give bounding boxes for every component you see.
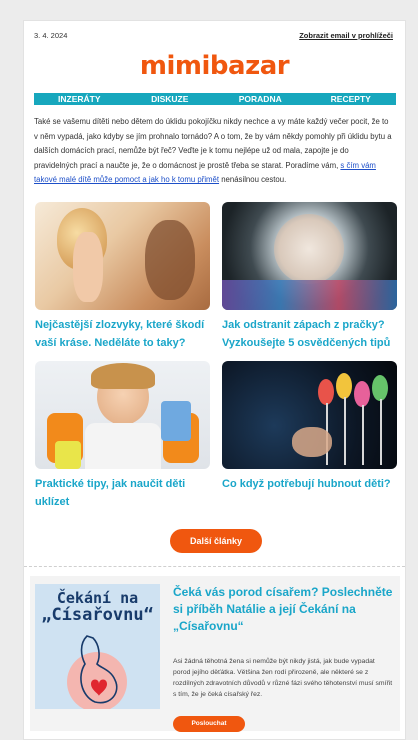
podcast-description: Asi žádná těhotná žena si nemůže být nik… <box>173 658 393 698</box>
view-in-browser-link[interactable]: Zobrazit email v prohlížeči <box>299 31 393 40</box>
intro-text: Také se vašemu dítěti nebo dětem do úkli… <box>34 117 392 170</box>
child-cleaning-photo[interactable] <box>35 361 210 469</box>
article-title[interactable]: Co když potřebují hubnout děti? <box>222 475 397 493</box>
article-card[interactable]: Co když potřebují hubnout děti? <box>222 361 397 493</box>
podcast-cover[interactable]: Čekání na „Císařovnu“ <box>35 584 160 709</box>
email-date: 3. 4. 2024 <box>34 31 68 40</box>
intro-paragraph: Také se vašemu dítěti nebo dětem do úkli… <box>34 115 394 188</box>
section-divider <box>24 566 405 567</box>
nav-item-inzeraty[interactable]: INZERÁTY <box>34 93 125 105</box>
washing-machine-photo[interactable] <box>222 202 397 310</box>
mimibazar-logo[interactable]: mimibazar <box>24 51 405 81</box>
nav-item-poradna[interactable]: PORADNA <box>215 93 306 105</box>
main-nav: INZERÁTY DISKUZE PORADNA RECEPTY <box>34 93 396 105</box>
email-body: 3. 4. 2024 Zobrazit email v prohlížeči m… <box>23 20 406 740</box>
woman-mirror-photo[interactable] <box>35 202 210 310</box>
podcast-title[interactable]: Čeká vás porod císařem? Poslechněte si p… <box>173 584 393 635</box>
article-card[interactable]: Praktické tipy, jak naučit děti uklízet <box>35 361 210 511</box>
pregnant-woman-icon <box>67 635 127 709</box>
article-card[interactable]: Nejčastější zlozvyky, které škodí vaší k… <box>35 202 210 352</box>
nav-item-recepty[interactable]: RECEPTY <box>306 93 397 105</box>
podcast-section: Čekání na „Císařovnu“ Čeká vás porod cís… <box>30 576 400 732</box>
email-topbar: 3. 4. 2024 Zobrazit email v prohlížeči <box>34 31 393 45</box>
listen-button[interactable]: Poslouchat <box>173 716 245 732</box>
nav-item-diskuze[interactable]: DISKUZE <box>125 93 216 105</box>
intro-tail: nenásilnou cestou. <box>219 175 287 185</box>
article-title[interactable]: Praktické tipy, jak naučit děti uklízet <box>35 475 210 511</box>
article-title[interactable]: Nejčastější zlozvyky, které škodí vaší k… <box>35 316 210 352</box>
lollipops-photo[interactable] <box>222 361 397 469</box>
article-title[interactable]: Jak odstranit zápach z pračky? Vyzkoušej… <box>222 316 397 352</box>
more-articles-button[interactable]: Další články <box>170 529 262 553</box>
article-card[interactable]: Jak odstranit zápach z pračky? Vyzkoušej… <box>222 202 397 352</box>
